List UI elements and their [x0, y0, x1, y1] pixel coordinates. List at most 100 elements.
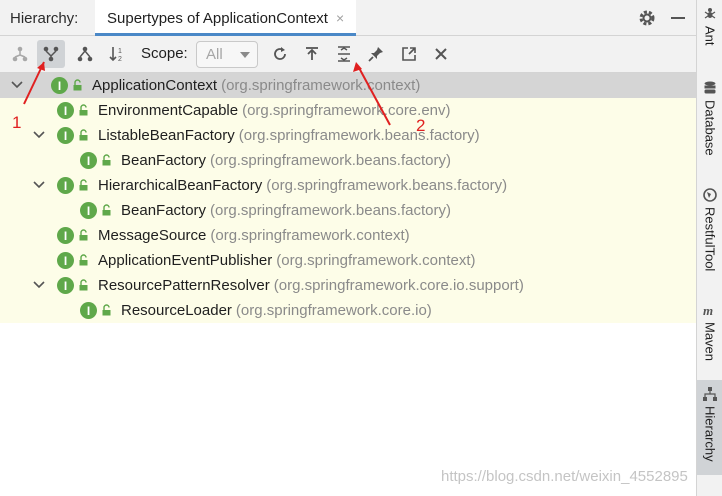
tree-row[interactable]: I BeanFactory (org.springframework.beans.f… — [0, 148, 696, 173]
chevron-down-icon[interactable] — [32, 278, 46, 292]
sidebar-item-hierarchy[interactable]: Hierarchy — [697, 380, 722, 475]
chevron-down-icon[interactable] — [32, 128, 46, 142]
public-lock-icon — [79, 229, 88, 241]
package-name: (org.springframework.context) — [221, 77, 421, 94]
tree-row[interactable]: I ResourceLoader (org.springframework.core… — [0, 298, 696, 323]
chevron-down-icon — [240, 52, 250, 58]
class-name: HierarchicalBeanFactory — [98, 177, 263, 194]
tree-row[interactable]: I MessageSource (org.springframework.conte… — [0, 223, 696, 248]
supertypes-hierarchy-button[interactable] — [37, 40, 65, 68]
scope-value: All — [206, 46, 223, 63]
class-name: ResourcePatternResolver — [98, 277, 270, 294]
package-name: (org.springframework.beans.factory) — [210, 202, 451, 219]
public-lock-icon — [73, 79, 82, 91]
public-lock-icon — [79, 179, 88, 191]
interface-icon: I — [51, 77, 68, 94]
tree-row[interactable]: I EnvironmentCapable (org.springframework.… — [0, 98, 696, 123]
package-name: (org.springframework.core.io.support) — [273, 277, 524, 294]
close-panel-button[interactable] — [427, 40, 455, 68]
gear-icon[interactable] — [637, 8, 657, 28]
package-name: (org.springframework.beans.factory) — [210, 152, 451, 169]
tab-supertypes[interactable]: Supertypes of ApplicationContext × — [95, 0, 357, 36]
tree-row[interactable]: I BeanFactory (org.springframework.beans.f… — [0, 198, 696, 223]
tree-row[interactable]: I ResourcePatternResolver (org.springframe… — [0, 273, 696, 298]
svg-text:I: I — [64, 229, 67, 243]
pin-tab-button[interactable] — [362, 40, 390, 68]
sort-alphabetically-button[interactable]: 1 2 — [103, 40, 131, 68]
sidebar-label-database: Database — [702, 100, 718, 156]
tree-node-label: BeanFactory (org.springframework.beans.fa… — [121, 202, 451, 219]
interface-icon: I — [80, 302, 97, 319]
interface-icon: I — [80, 202, 97, 219]
tree-node-label: MessageSource (org.springframework.contex… — [98, 227, 410, 244]
interface-icon: I — [57, 227, 74, 244]
refresh-button[interactable] — [266, 40, 294, 68]
sidebar-label-ant: Ant — [702, 26, 718, 46]
subtypes-hierarchy-button[interactable] — [6, 40, 34, 68]
svg-text:I: I — [64, 279, 67, 293]
tree-node-label: ResourceLoader (org.springframework.core.… — [121, 302, 432, 319]
svg-text:I: I — [87, 204, 90, 218]
minimize-icon[interactable] — [671, 17, 685, 19]
chevron-down-icon[interactable] — [10, 78, 24, 92]
hierarchy-toolbar: 1 2 Scope: All — [0, 36, 696, 73]
sidebar-item-ant[interactable]: Ant — [697, 6, 722, 46]
close-icon[interactable]: × — [336, 10, 344, 26]
class-name: EnvironmentCapable — [98, 102, 239, 119]
class-name: ListableBeanFactory — [98, 127, 235, 144]
interface-icon: I — [57, 102, 74, 119]
expand-all-icon — [338, 46, 350, 62]
svg-text:I: I — [64, 104, 67, 118]
tree-row[interactable]: I ApplicationEventPublisher (org.springfra… — [0, 248, 696, 273]
subtypes-button[interactable] — [71, 40, 99, 68]
open-in-editor-button[interactable] — [395, 40, 423, 68]
interface-icon: I — [57, 277, 74, 294]
sidebar-label-maven: Maven — [702, 322, 718, 362]
public-lock-icon — [79, 129, 88, 141]
tree-node-label: HierarchicalBeanFactory (org.springframew… — [98, 177, 507, 194]
class-name: ResourceLoader — [121, 302, 232, 319]
svg-text:2: 2 — [118, 56, 122, 63]
package-name: (org.springframework.context) — [210, 227, 410, 244]
sidebar-item-restfultool[interactable]: RestfulTool — [697, 187, 722, 271]
interface-icon: I — [57, 252, 74, 269]
package-name: (org.springframework.core.io) — [235, 302, 432, 319]
annotation-label-1: 1 — [12, 113, 22, 132]
sidebar-item-maven[interactable]: m Maven — [697, 302, 722, 361]
interface-icon: I — [80, 152, 97, 169]
tree-row[interactable]: I HierarchicalBeanFactory (org.springframe… — [0, 173, 696, 198]
scope-select[interactable]: All — [196, 41, 258, 68]
svg-text:I: I — [64, 254, 67, 268]
tab-label: Supertypes of ApplicationContext — [107, 10, 328, 27]
class-name: MessageSource — [98, 227, 207, 244]
package-name: (org.springframework.context) — [276, 252, 476, 269]
annotation-label-2: 2 — [416, 116, 426, 135]
tree-node-label: ApplicationContext (org.springframework.c… — [92, 77, 420, 94]
interface-icon: I — [57, 127, 74, 144]
public-lock-icon — [79, 104, 88, 116]
svg-text:m: m — [703, 303, 713, 318]
tree-row[interactable]: I ApplicationContext (org.springframework.… — [0, 73, 696, 98]
chevron-down-icon[interactable] — [32, 178, 46, 192]
class-name: ApplicationEventPublisher — [98, 252, 273, 269]
database-icon — [704, 81, 716, 94]
class-name: ApplicationContext — [92, 77, 218, 94]
public-lock-icon — [102, 304, 111, 316]
svg-text:I: I — [64, 129, 67, 143]
base-on-this-class-button[interactable] — [298, 40, 326, 68]
class-name: BeanFactory — [121, 202, 207, 219]
hierarchy-header: Hierarchy: Supertypes of ApplicationCont… — [0, 0, 696, 36]
svg-text:I: I — [64, 179, 67, 193]
supertypes-icon — [43, 46, 59, 62]
package-name: (org.springframework.beans.factory) — [238, 127, 480, 144]
svg-text:I: I — [87, 304, 90, 318]
public-lock-icon — [102, 204, 111, 216]
expand-all-button[interactable] — [330, 40, 358, 68]
tree-node-label: ApplicationEventPublisher (org.springfram… — [98, 252, 476, 269]
sort-icon: 1 2 — [109, 47, 122, 63]
svg-text:1: 1 — [118, 48, 122, 55]
tree-row[interactable]: I ListableBeanFactory (org.springframework… — [0, 123, 696, 148]
hierarchy-icon — [703, 387, 717, 401]
public-lock-icon — [79, 279, 88, 291]
sidebar-item-database[interactable]: Database — [697, 80, 722, 156]
